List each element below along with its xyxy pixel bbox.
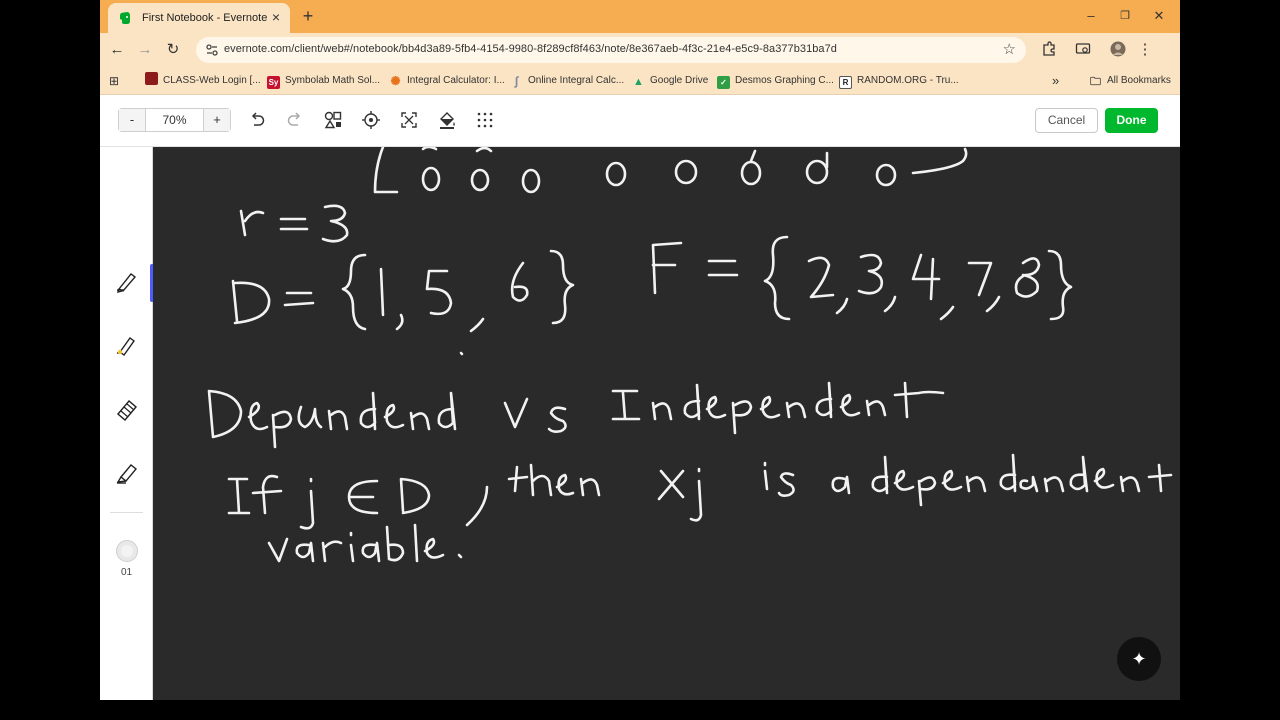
- address-bar[interactable]: evernote.com/client/web#/notebook/bb4d3a…: [196, 37, 1026, 63]
- desmos-icon: ✓: [717, 76, 730, 89]
- forward-icon[interactable]: →: [136, 41, 154, 59]
- bookmark-star-icon[interactable]: ☆: [1003, 40, 1016, 58]
- online-integral-icon: ∫: [514, 74, 519, 88]
- new-tab-icon[interactable]: +: [298, 7, 318, 27]
- tab-strip: First Notebook - Evernote × + – ❐ ✕: [100, 0, 1180, 33]
- grid-dots-icon[interactable]: [475, 110, 495, 130]
- zoom-level[interactable]: 70%: [145, 109, 204, 131]
- bookmarks-bar: ⊞ CLASS-Web Login [... Sy Symbolab Math S…: [100, 67, 1180, 95]
- random-org-icon: R: [839, 76, 852, 89]
- folder-icon: 🗀: [1090, 76, 1101, 88]
- bookmark-desmos[interactable]: ✓ Desmos Graphing C...: [717, 72, 834, 90]
- fill-bucket-icon[interactable]: [437, 110, 457, 130]
- crosshair-icon[interactable]: [361, 110, 381, 130]
- bookmarks-overflow-icon[interactable]: »: [1052, 72, 1059, 90]
- sketch-canvas[interactable]: ✦: [153, 147, 1180, 700]
- tab-close-icon[interactable]: ×: [268, 9, 284, 25]
- shapes-icon[interactable]: [323, 110, 343, 130]
- close-window-icon[interactable]: ✕: [1144, 6, 1174, 26]
- tab-evernote[interactable]: First Notebook - Evernote ×: [108, 3, 290, 33]
- browser-window: First Notebook - Evernote × + – ❐ ✕ ← → …: [100, 0, 1180, 700]
- google-drive-icon: ▲: [633, 76, 644, 88]
- site-settings-icon[interactable]: [204, 42, 220, 58]
- url-text: evernote.com/client/web#/notebook/bb4d3a…: [224, 43, 837, 55]
- fit-screen-icon[interactable]: [399, 110, 419, 130]
- page-number: 01: [120, 567, 133, 578]
- sketch-toolbar: - 70% + Cancel Done: [100, 96, 1180, 147]
- bookmark-online-integral[interactable]: ∫ Online Integral Calc...: [510, 72, 624, 90]
- eraser-icon[interactable]: [114, 396, 140, 422]
- bookmark-google-drive[interactable]: ▲ Google Drive: [632, 72, 708, 90]
- evernote-icon: [120, 12, 130, 24]
- color-swatch[interactable]: [116, 540, 138, 562]
- handwriting-strokes: [207, 147, 1173, 563]
- tab-title: First Notebook - Evernote: [142, 12, 268, 24]
- menu-kebab-icon[interactable]: ⋮: [1136, 41, 1154, 59]
- highlighter-icon[interactable]: [114, 332, 140, 358]
- done-button[interactable]: Done: [1105, 108, 1158, 133]
- cancel-button[interactable]: Cancel: [1035, 108, 1098, 133]
- symbolab-icon: Sy: [267, 76, 280, 89]
- extensions-icon[interactable]: [1040, 41, 1058, 59]
- minimize-icon[interactable]: –: [1076, 6, 1106, 26]
- back-icon[interactable]: ←: [108, 41, 126, 59]
- zoom-control: - 70% +: [118, 108, 231, 132]
- all-bookmarks-folder[interactable]: 🗀 All Bookmarks: [1089, 72, 1171, 90]
- bookmark-integral-calculator[interactable]: ✺ Integral Calculator: I...: [389, 72, 504, 90]
- class-web-icon: [145, 72, 158, 85]
- zoom-in-button[interactable]: +: [204, 109, 230, 131]
- browser-toolbar: ← → ↻ evernote.com/client/web#/notebook/…: [100, 33, 1180, 67]
- zoom-out-button[interactable]: -: [119, 109, 145, 131]
- reload-icon[interactable]: ↻: [164, 41, 182, 59]
- sparkle-icon[interactable]: ✦: [1117, 637, 1161, 681]
- bookmark-class-web[interactable]: CLASS-Web Login [...: [145, 72, 261, 90]
- tool-divider: [110, 512, 143, 513]
- restore-icon[interactable]: ❐: [1110, 6, 1140, 26]
- screen-cast-icon[interactable]: [1074, 41, 1092, 59]
- integral-calculator-icon: ✺: [390, 74, 401, 88]
- pen-tool-panel: 01: [100, 147, 154, 700]
- redo-icon[interactable]: [285, 110, 305, 130]
- bookmark-symbolab[interactable]: Sy Symbolab Math Sol...: [267, 72, 380, 90]
- profile-avatar[interactable]: [1109, 41, 1127, 59]
- undo-icon[interactable]: [247, 110, 267, 130]
- bookmark-random-org[interactable]: R RANDOM.ORG - Tru...: [839, 72, 959, 90]
- marker-icon[interactable]: [114, 460, 140, 486]
- apps-grid-icon[interactable]: ⊞: [109, 72, 119, 90]
- pen-icon[interactable]: [114, 268, 140, 294]
